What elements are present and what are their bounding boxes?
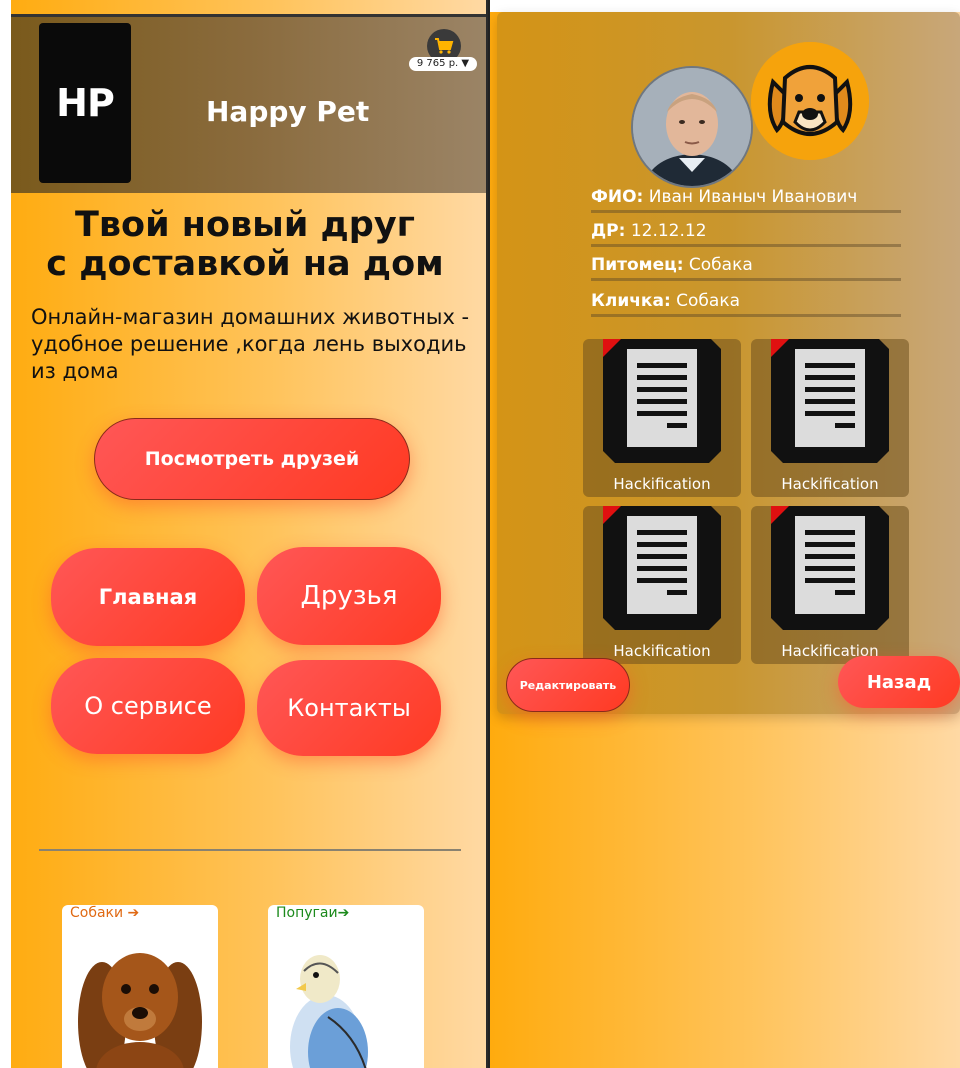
dog-photo — [62, 927, 218, 1068]
nav-main-button[interactable]: Главная — [51, 548, 245, 646]
left-edge — [0, 0, 11, 1068]
field-label: Кличка: — [591, 291, 671, 311]
cart-widget[interactable]: 9 765 р. ▼ — [409, 29, 479, 73]
view-friends-button[interactable]: Посмотреть друзей — [94, 418, 410, 500]
back-button[interactable]: Назад — [838, 656, 960, 708]
nav-friends-button[interactable]: Друзья — [257, 547, 441, 645]
document-card[interactable]: Hackification — [583, 506, 741, 664]
document-card[interactable]: Hackification — [751, 339, 909, 497]
document-card[interactable]: Hackification — [583, 339, 741, 497]
header: HP Happy Pet 9 765 р. ▼ — [11, 14, 486, 193]
field-pet: Питомец: Собака — [591, 254, 901, 281]
field-nickname: Кличка: Собака — [591, 290, 901, 317]
home-screen: HP Happy Pet 9 765 р. ▼ Твой новый друг … — [0, 0, 488, 1068]
category-card-parrots[interactable]: Попугаи➔ — [268, 905, 424, 1068]
field-label: Питомец: — [591, 255, 684, 275]
budgie-photo — [268, 927, 424, 1068]
field-value: Собака — [676, 291, 741, 311]
category-card-dogs[interactable]: Собаки ➔ — [62, 905, 218, 1068]
document-title: Hackification — [613, 475, 711, 493]
profile-panel: ФИО: Иван Иваныч Иванович ДР: 12.12.12 П… — [497, 12, 960, 714]
hero-title-line1: Твой новый друг — [75, 205, 415, 245]
pet-avatar[interactable] — [751, 42, 869, 160]
field-label: ФИО: — [591, 187, 644, 207]
hero-title: Твой новый друг с доставкой на дом — [20, 206, 470, 284]
profile-screen: ФИО: Иван Иваныч Иванович ДР: 12.12.12 П… — [490, 0, 960, 1068]
field-value: Собака — [688, 255, 753, 275]
user-avatar[interactable] — [631, 66, 753, 188]
cart-total[interactable]: 9 765 р. ▼ — [409, 57, 477, 71]
document-icon — [771, 339, 889, 463]
document-icon — [771, 506, 889, 630]
document-card[interactable]: Hackification — [751, 506, 909, 664]
field-full-name: ФИО: Иван Иваныч Иванович — [591, 186, 901, 213]
nav-contacts-button[interactable]: Контакты — [257, 660, 441, 756]
brand-name: Happy Pet — [206, 95, 370, 128]
logo[interactable]: HP — [39, 23, 131, 183]
field-birthdate: ДР: 12.12.12 — [591, 220, 901, 247]
edit-button[interactable]: Редактировать — [506, 658, 630, 712]
top-edge — [490, 0, 960, 12]
nav-about-button[interactable]: О сервисе — [51, 658, 245, 754]
document-title: Hackification — [781, 475, 879, 493]
field-label: ДР: — [591, 221, 626, 241]
field-value: Иван Иваныч Иванович — [648, 187, 858, 207]
document-icon — [603, 506, 721, 630]
category-label[interactable]: Собаки ➔ — [70, 905, 139, 921]
document-icon — [603, 339, 721, 463]
category-label[interactable]: Попугаи➔ — [276, 905, 349, 921]
section-divider — [39, 849, 461, 851]
hero-subtitle: Онлайн-магазин домашних животных - удобн… — [31, 305, 470, 383]
hero-title-line2: с доставкой на дом — [46, 244, 444, 284]
field-value: 12.12.12 — [630, 221, 707, 241]
